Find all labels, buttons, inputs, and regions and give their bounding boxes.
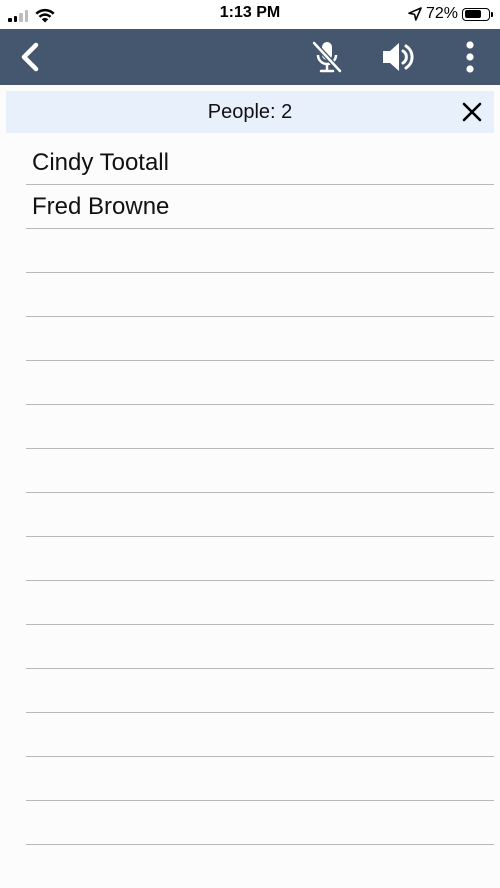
empty-row <box>26 493 494 537</box>
empty-row <box>26 669 494 713</box>
more-vertical-icon <box>466 41 474 73</box>
empty-row <box>26 713 494 757</box>
battery-percent: 72% <box>425 5 458 22</box>
empty-row <box>26 449 494 493</box>
empty-row <box>26 405 494 449</box>
empty-row <box>26 625 494 669</box>
empty-row <box>26 273 494 317</box>
empty-row <box>26 757 494 801</box>
empty-row <box>26 801 494 845</box>
close-people-button[interactable] <box>458 98 486 126</box>
people-count-label: People: 2 <box>207 101 293 123</box>
battery-icon <box>462 7 493 21</box>
more-options-button[interactable] <box>448 29 492 85</box>
mic-muted-icon <box>312 41 342 73</box>
person-row[interactable]: Fred Browne <box>26 185 494 229</box>
empty-row <box>26 229 494 273</box>
location-arrow-icon <box>408 7 422 21</box>
empty-row <box>26 537 494 581</box>
back-button[interactable] <box>6 29 54 85</box>
close-icon <box>462 102 482 122</box>
people-list: Cindy Tootall Fred Browne <box>26 141 494 845</box>
status-bar-right: 72% <box>408 5 493 23</box>
status-bar: 1:13 PM 72% <box>0 0 500 29</box>
battery-level <box>464 10 482 18</box>
back-chevron-icon <box>21 42 39 72</box>
speaker-button[interactable] <box>373 29 425 85</box>
mute-microphone-button[interactable] <box>303 29 351 85</box>
speaker-icon <box>383 43 414 71</box>
empty-row <box>26 361 494 405</box>
empty-row <box>26 317 494 361</box>
toolbar <box>0 29 500 85</box>
people-header: People: 2 <box>6 91 494 133</box>
empty-row <box>26 581 494 625</box>
person-row[interactable]: Cindy Tootall <box>26 141 494 185</box>
